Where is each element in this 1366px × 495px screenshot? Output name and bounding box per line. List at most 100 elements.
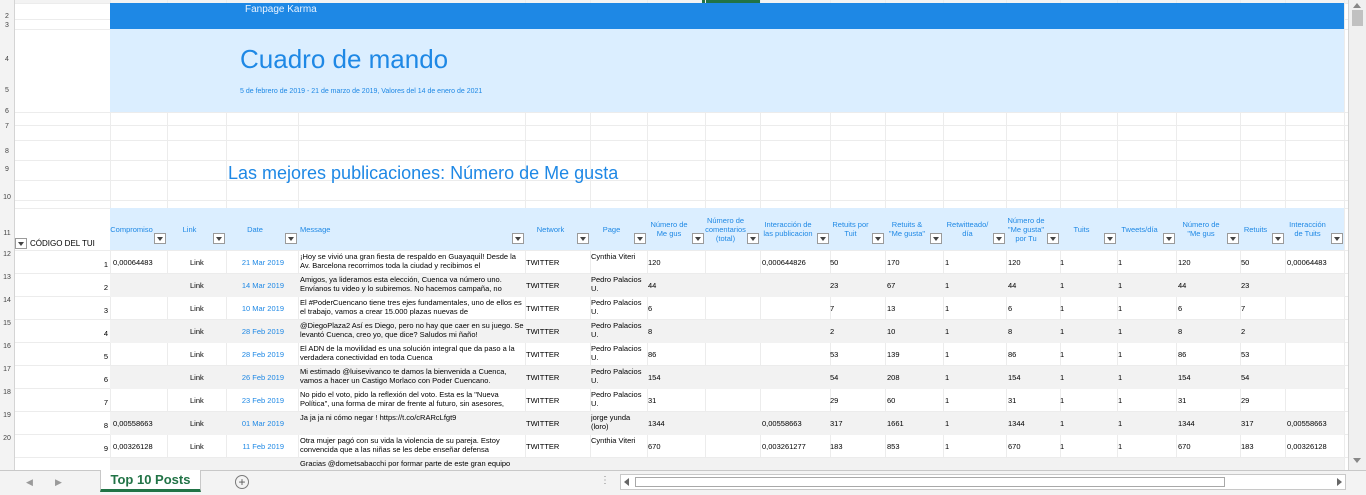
table-row[interactable]: Link 28 Feb 2019 @DiegoPlaza2 Así es Diego… xyxy=(110,320,1344,343)
column-header[interactable]: Message xyxy=(298,208,513,250)
filter-dropdown-button[interactable] xyxy=(747,233,759,244)
column-header[interactable]: Retuits xyxy=(1240,208,1271,250)
filter-dropdown-button[interactable] xyxy=(692,233,704,244)
filter-dropdown-button[interactable] xyxy=(993,233,1005,244)
table-row[interactable]: Link 14 Mar 2019 Amigos, ya lideramos esta… xyxy=(110,274,1344,297)
cell-link[interactable]: Link xyxy=(190,304,220,314)
filter-dropdown-button[interactable] xyxy=(872,233,884,244)
cell-link[interactable]: Link xyxy=(190,350,220,360)
filter-dropdown-button[interactable] xyxy=(1272,233,1284,244)
row-number[interactable]: 16 xyxy=(0,343,14,350)
filter-dropdown-button[interactable] xyxy=(1331,233,1343,244)
row-number[interactable]: 5 xyxy=(0,87,14,94)
column-header[interactable]: Retuits por Tuit xyxy=(830,208,871,250)
scroll-up-icon[interactable] xyxy=(1353,3,1361,8)
cell-compromiso xyxy=(113,373,165,383)
table-row[interactable]: 0,00064483 Link 21 Mar 2019 ¡Hoy se vivió u… xyxy=(110,251,1344,274)
column-header[interactable]: Page xyxy=(590,208,633,250)
filter-dropdown-button[interactable] xyxy=(213,233,225,244)
column-header[interactable]: Link xyxy=(167,208,212,250)
table-row[interactable]: Link 28 Feb 2019 El ADN de la movilidad es… xyxy=(110,343,1344,366)
row-number[interactable]: 15 xyxy=(0,320,14,327)
filter-dropdown-button[interactable] xyxy=(1047,233,1059,244)
row-number[interactable]: 9 xyxy=(0,166,14,173)
cell-link[interactable]: Link xyxy=(190,281,220,291)
row-number[interactable]: 7 xyxy=(0,123,14,130)
sheet-tab-top-10-posts[interactable]: Top 10 Posts xyxy=(100,470,201,492)
scroll-right-icon[interactable] xyxy=(1337,478,1342,486)
cell-comments xyxy=(706,304,756,314)
row-number[interactable]: 12 xyxy=(0,251,14,258)
cell-page: jorge yunda (loro) xyxy=(591,413,631,431)
column-header[interactable]: Número de comentarios (total) xyxy=(705,208,746,250)
scroll-left-icon[interactable] xyxy=(624,478,629,486)
table-row[interactable]: 0,00558663 Link 01 Mar 2019 Ja ja ja ni cóm… xyxy=(110,412,1344,435)
column-header[interactable]: Date xyxy=(226,208,284,250)
spreadsheet-grid[interactable]: 2 3 4 5 6 7 8 9 10 11 12 13 14 15 16 17 18 19 20 Fanpage K… xyxy=(0,0,1348,470)
add-sheet-icon[interactable]: + xyxy=(235,475,249,489)
table-row[interactable]: Link 10 Mar 2019 El #PoderCuencano tiene t… xyxy=(110,297,1344,320)
column-header[interactable]: Compromiso xyxy=(110,208,153,250)
filter-dropdown-button[interactable] xyxy=(817,233,829,244)
row-number[interactable]: 8 xyxy=(0,148,14,155)
filter-dropdown-button[interactable] xyxy=(1104,233,1116,244)
table-row[interactable]: Link 26 Feb 2019 Mi estimado @luisevivanco… xyxy=(110,366,1344,389)
cell-link[interactable]: Link xyxy=(190,373,220,383)
more-icon[interactable]: ⋮ xyxy=(600,475,610,486)
row-number[interactable]: 4 xyxy=(0,56,14,63)
vertical-scrollbar[interactable] xyxy=(1348,0,1366,470)
row-number[interactable]: 2 xyxy=(0,13,14,20)
hscroll-thumb[interactable] xyxy=(635,477,1225,487)
scroll-down-icon[interactable] xyxy=(1353,458,1361,463)
filter-dropdown-button[interactable] xyxy=(930,233,942,244)
row-number[interactable]: 20 xyxy=(0,435,14,442)
cell-link[interactable]: Link xyxy=(190,327,220,337)
column-header[interactable]: Retwitteado/ día xyxy=(943,208,992,250)
cell-interaccion xyxy=(762,304,828,314)
filter-dropdown-button[interactable] xyxy=(634,233,646,244)
cell-interaccion-tuits xyxy=(1287,396,1344,406)
row-number[interactable]: 19 xyxy=(0,412,14,419)
table-row[interactable]: Gracias @dometsabacchi por formar parte … xyxy=(110,458,1344,470)
column-header[interactable]: Network xyxy=(525,208,576,250)
cell-link[interactable]: Link xyxy=(190,258,220,268)
column-header[interactable]: Número de "Me gus xyxy=(1176,208,1226,250)
column-header[interactable]: Retuits & "Me gusta" xyxy=(885,208,929,250)
row-number[interactable]: 13 xyxy=(0,274,14,281)
filter-dropdown-button[interactable] xyxy=(1227,233,1239,244)
row-number[interactable]: 14 xyxy=(0,297,14,304)
filter-dropdown-button[interactable] xyxy=(512,233,524,244)
cell-retw-dia: 1 xyxy=(945,281,950,290)
column-header[interactable]: Tweets/día xyxy=(1117,208,1162,250)
column-header[interactable]: Interacción de Tuits xyxy=(1285,208,1330,250)
column-header[interactable]: Número de Me gus xyxy=(647,208,691,250)
filter-dropdown-button[interactable] xyxy=(154,233,166,244)
column-header[interactable]: Tuits xyxy=(1060,208,1103,250)
row-number[interactable]: 3 xyxy=(0,22,14,29)
row-number[interactable]: 17 xyxy=(0,366,14,373)
cell-link[interactable]: Link xyxy=(190,396,220,406)
column-header[interactable]: Interacción de las publicacion xyxy=(760,208,816,250)
row-index: 8 xyxy=(103,421,108,430)
row-number[interactable]: 11 xyxy=(0,230,14,237)
table-row[interactable]: Link 23 Feb 2019 No pido el voto, pido la … xyxy=(110,389,1344,412)
filter-dropdown-button[interactable] xyxy=(1163,233,1175,244)
row-number[interactable]: 10 xyxy=(0,194,14,201)
row-number[interactable]: 6 xyxy=(0,108,14,115)
row-header-strip[interactable]: 2 3 4 5 6 7 8 9 10 11 12 13 14 15 16 17 18 19 20 xyxy=(0,0,15,470)
cell-link[interactable]: Link xyxy=(190,442,220,452)
row-number[interactable]: 18 xyxy=(0,389,14,396)
scroll-thumb[interactable] xyxy=(1352,10,1363,26)
prev-sheet-icon[interactable]: ◀ xyxy=(26,477,33,488)
table-row[interactable]: 0,00326128 Link 11 Feb 2019 Otra mujer pagó… xyxy=(110,435,1344,458)
next-sheet-icon[interactable]: ▶ xyxy=(55,477,62,488)
filter-dropdown-button[interactable] xyxy=(577,233,589,244)
cell-likes: 8 xyxy=(648,327,653,336)
horizontal-scrollbar[interactable] xyxy=(620,474,1346,490)
cell-retw-dia: 1 xyxy=(945,304,950,313)
filter-dropdown-button[interactable] xyxy=(15,238,27,249)
cell-comments xyxy=(706,350,756,360)
cell-link[interactable]: Link xyxy=(190,419,220,429)
column-header[interactable]: Número de "Me gusta" por Tu xyxy=(1006,208,1046,250)
filter-dropdown-button[interactable] xyxy=(285,233,297,244)
